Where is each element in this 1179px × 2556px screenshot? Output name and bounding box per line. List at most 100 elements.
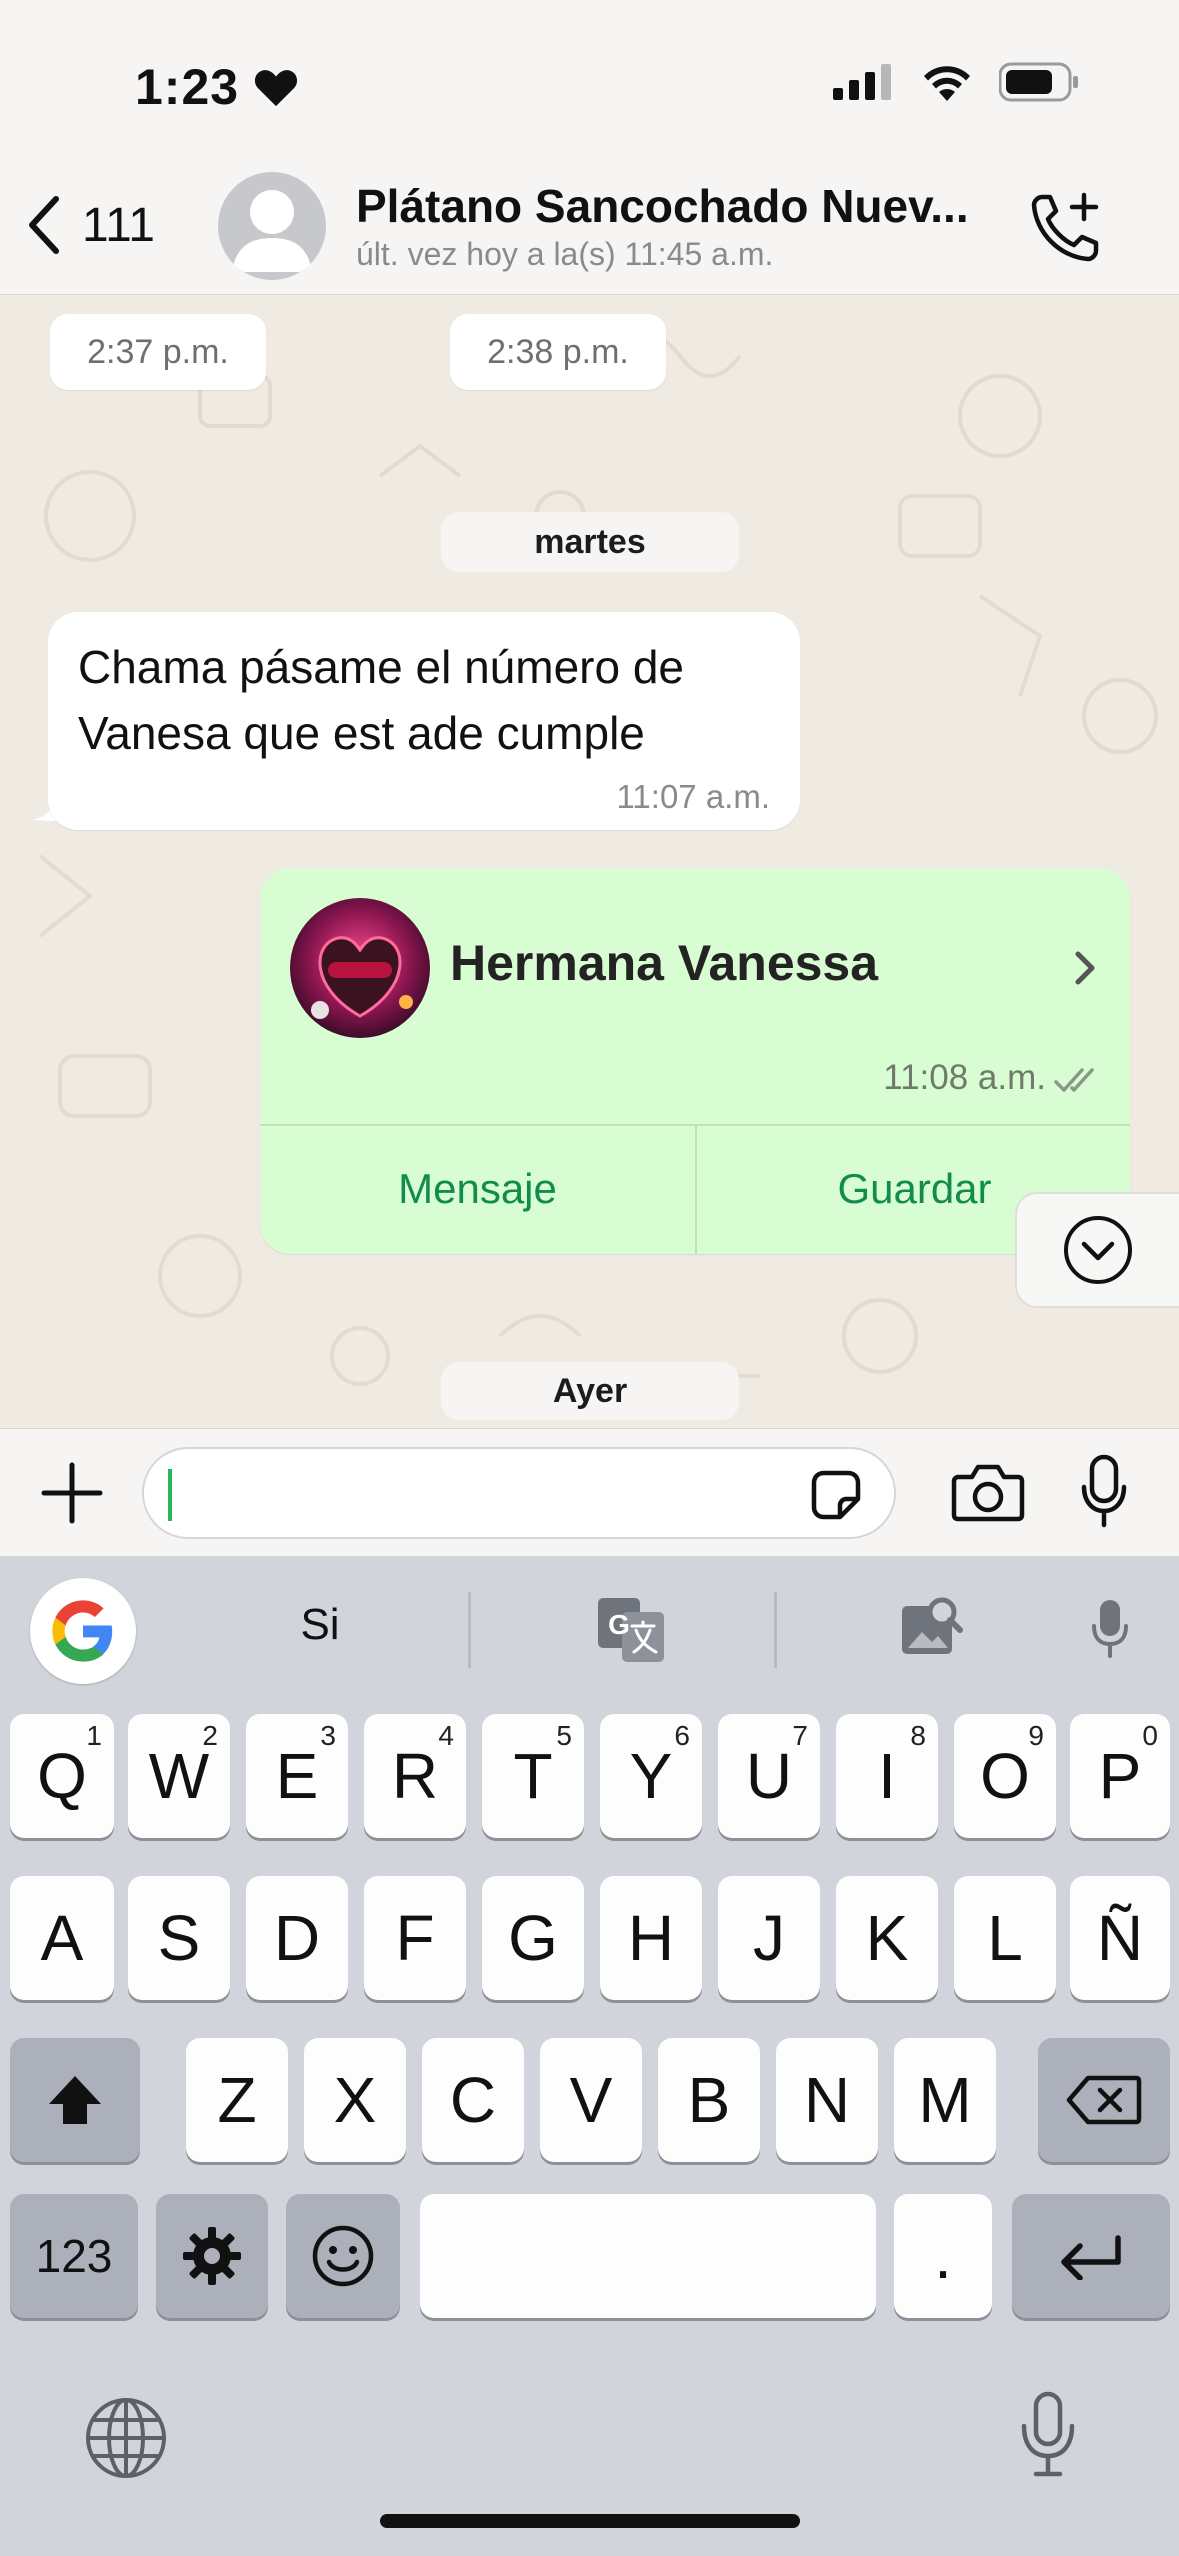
translate-button[interactable]: G bbox=[596, 1594, 666, 1669]
incoming-message[interactable]: Chama pásame el número de Vanesa que est… bbox=[48, 612, 800, 830]
key-w[interactable]: W2 bbox=[128, 1714, 230, 1838]
key-label: I bbox=[878, 1740, 896, 1812]
key-b[interactable]: B bbox=[658, 2038, 760, 2162]
google-logo-icon[interactable] bbox=[30, 1578, 136, 1684]
backspace-key[interactable] bbox=[1038, 2038, 1170, 2162]
backspace-icon bbox=[1066, 2075, 1142, 2125]
key-hint: 0 bbox=[1142, 1720, 1158, 1751]
contact-avatar[interactable] bbox=[218, 172, 326, 280]
key-f[interactable]: F bbox=[364, 1876, 466, 2000]
camera-button[interactable] bbox=[950, 1461, 1026, 1528]
chevron-right-icon[interactable] bbox=[1070, 948, 1100, 993]
lens-search-button[interactable] bbox=[898, 1594, 964, 1665]
contact-name[interactable]: Plátano Sancochado Nuev... bbox=[356, 179, 969, 233]
key-label: O bbox=[980, 1740, 1030, 1812]
key-l[interactable]: L bbox=[954, 1876, 1056, 2000]
chat-header: 111 Plátano Sancochado Nuev... últ. vez … bbox=[0, 165, 1179, 295]
key-hint: 3 bbox=[320, 1720, 336, 1751]
key-j[interactable]: J bbox=[718, 1876, 820, 2000]
key-i[interactable]: I8 bbox=[836, 1714, 938, 1838]
plus-icon bbox=[41, 1462, 103, 1524]
shift-key[interactable] bbox=[10, 2038, 140, 2162]
key-r[interactable]: R4 bbox=[364, 1714, 466, 1838]
key-g[interactable]: G bbox=[482, 1876, 584, 2000]
outgoing-message-time: 11:08 a.m. bbox=[883, 1058, 1046, 1097]
key-p[interactable]: P0 bbox=[1070, 1714, 1170, 1838]
incoming-text-line-1: Chama pásame el número de bbox=[78, 641, 684, 693]
gear-icon bbox=[183, 2227, 241, 2285]
double-check-icon bbox=[1054, 1068, 1094, 1092]
shift-icon bbox=[49, 2076, 101, 2124]
key-a[interactable]: A bbox=[10, 1876, 114, 2000]
heart-icon bbox=[255, 70, 298, 107]
home-indicator[interactable] bbox=[380, 2514, 800, 2528]
key-hint: 9 bbox=[1028, 1720, 1044, 1751]
key-n-tilde[interactable]: Ñ bbox=[1070, 1876, 1170, 2000]
settings-key[interactable] bbox=[156, 2194, 268, 2318]
key-label: Q bbox=[37, 1740, 87, 1812]
date-separator: martes bbox=[441, 512, 739, 572]
keyboard-voice-button[interactable] bbox=[1090, 1598, 1130, 1665]
sticker-button[interactable] bbox=[808, 1467, 864, 1528]
globe-button[interactable] bbox=[84, 2396, 168, 2485]
contact-card-photo[interactable] bbox=[290, 898, 430, 1038]
scroll-to-bottom-button[interactable] bbox=[1015, 1192, 1179, 1308]
key-k[interactable]: K bbox=[836, 1876, 938, 2000]
microphone-icon bbox=[1092, 1600, 1128, 1658]
message-composer bbox=[0, 1428, 1179, 1556]
attach-button[interactable] bbox=[36, 1457, 108, 1534]
suggestion-separator bbox=[468, 1592, 471, 1668]
key-label: E bbox=[275, 1740, 319, 1812]
key-d[interactable]: D bbox=[246, 1876, 348, 2000]
key-q[interactable]: Q1 bbox=[10, 1714, 114, 1838]
emoji-key[interactable] bbox=[286, 2194, 400, 2318]
status-time-text: 1:23 bbox=[135, 59, 240, 115]
key-t[interactable]: T5 bbox=[482, 1714, 584, 1838]
dictation-button[interactable] bbox=[1016, 2390, 1080, 2485]
microphone-icon bbox=[1021, 2391, 1075, 2477]
key-y[interactable]: Y6 bbox=[600, 1714, 702, 1838]
suggestion-separator bbox=[774, 1592, 777, 1668]
key-label: U bbox=[745, 1740, 793, 1812]
message-input[interactable] bbox=[142, 1447, 896, 1539]
key-o[interactable]: O9 bbox=[954, 1714, 1056, 1838]
camera-icon bbox=[951, 1464, 1025, 1522]
contact-card-message[interactable]: Hermana Vanessa 11:08 a.m. Mensaje Guard… bbox=[260, 868, 1130, 1254]
key-e[interactable]: E3 bbox=[246, 1714, 348, 1838]
key-v[interactable]: V bbox=[540, 2038, 642, 2162]
unread-count: 111 bbox=[82, 198, 155, 252]
contact-last-seen: últ. vez hoy a la(s) 11:45 a.m. bbox=[356, 236, 774, 272]
status-bar: 1:23 bbox=[0, 0, 1179, 165]
chevron-left-icon bbox=[29, 196, 59, 254]
key-c[interactable]: C bbox=[422, 2038, 524, 2162]
key-hint: 6 bbox=[674, 1720, 690, 1751]
incoming-text-line-2: Vanesa que est ade cumple bbox=[78, 707, 645, 759]
message-contact-button[interactable]: Mensaje bbox=[260, 1124, 695, 1254]
back-button[interactable]: 111 bbox=[24, 195, 155, 255]
add-call-button[interactable] bbox=[1028, 189, 1104, 270]
voice-note-button[interactable] bbox=[1080, 1453, 1128, 1536]
key-label: W bbox=[148, 1740, 210, 1812]
key-label: Y bbox=[629, 1740, 673, 1812]
key-s[interactable]: S bbox=[128, 1876, 230, 2000]
status-icons bbox=[833, 62, 1079, 102]
period-key[interactable]: . bbox=[894, 2194, 992, 2318]
space-key[interactable] bbox=[420, 2194, 876, 2318]
numbers-key[interactable]: 123 bbox=[10, 2194, 138, 2318]
phone-plus-icon bbox=[1031, 192, 1099, 262]
key-hint: 7 bbox=[792, 1720, 808, 1751]
key-m[interactable]: M bbox=[894, 2038, 996, 2162]
key-h[interactable]: H bbox=[600, 1876, 702, 2000]
battery-icon bbox=[999, 62, 1078, 102]
key-z[interactable]: Z bbox=[186, 2038, 288, 2162]
chat-area[interactable]: 2:37 p.m. 2:38 p.m. martes Chama pásame … bbox=[0, 296, 1179, 1428]
chevron-down-circle-icon bbox=[1064, 1216, 1132, 1284]
suggestion-word[interactable]: Si bbox=[260, 1600, 380, 1650]
date-separator-yesterday: Ayer bbox=[441, 1362, 739, 1420]
key-x[interactable]: X bbox=[304, 2038, 406, 2162]
key-u[interactable]: U7 bbox=[718, 1714, 820, 1838]
key-label: P bbox=[1098, 1740, 1142, 1812]
microphone-icon bbox=[1081, 1454, 1127, 1528]
return-key[interactable] bbox=[1012, 2194, 1170, 2318]
key-n[interactable]: N bbox=[776, 2038, 878, 2162]
